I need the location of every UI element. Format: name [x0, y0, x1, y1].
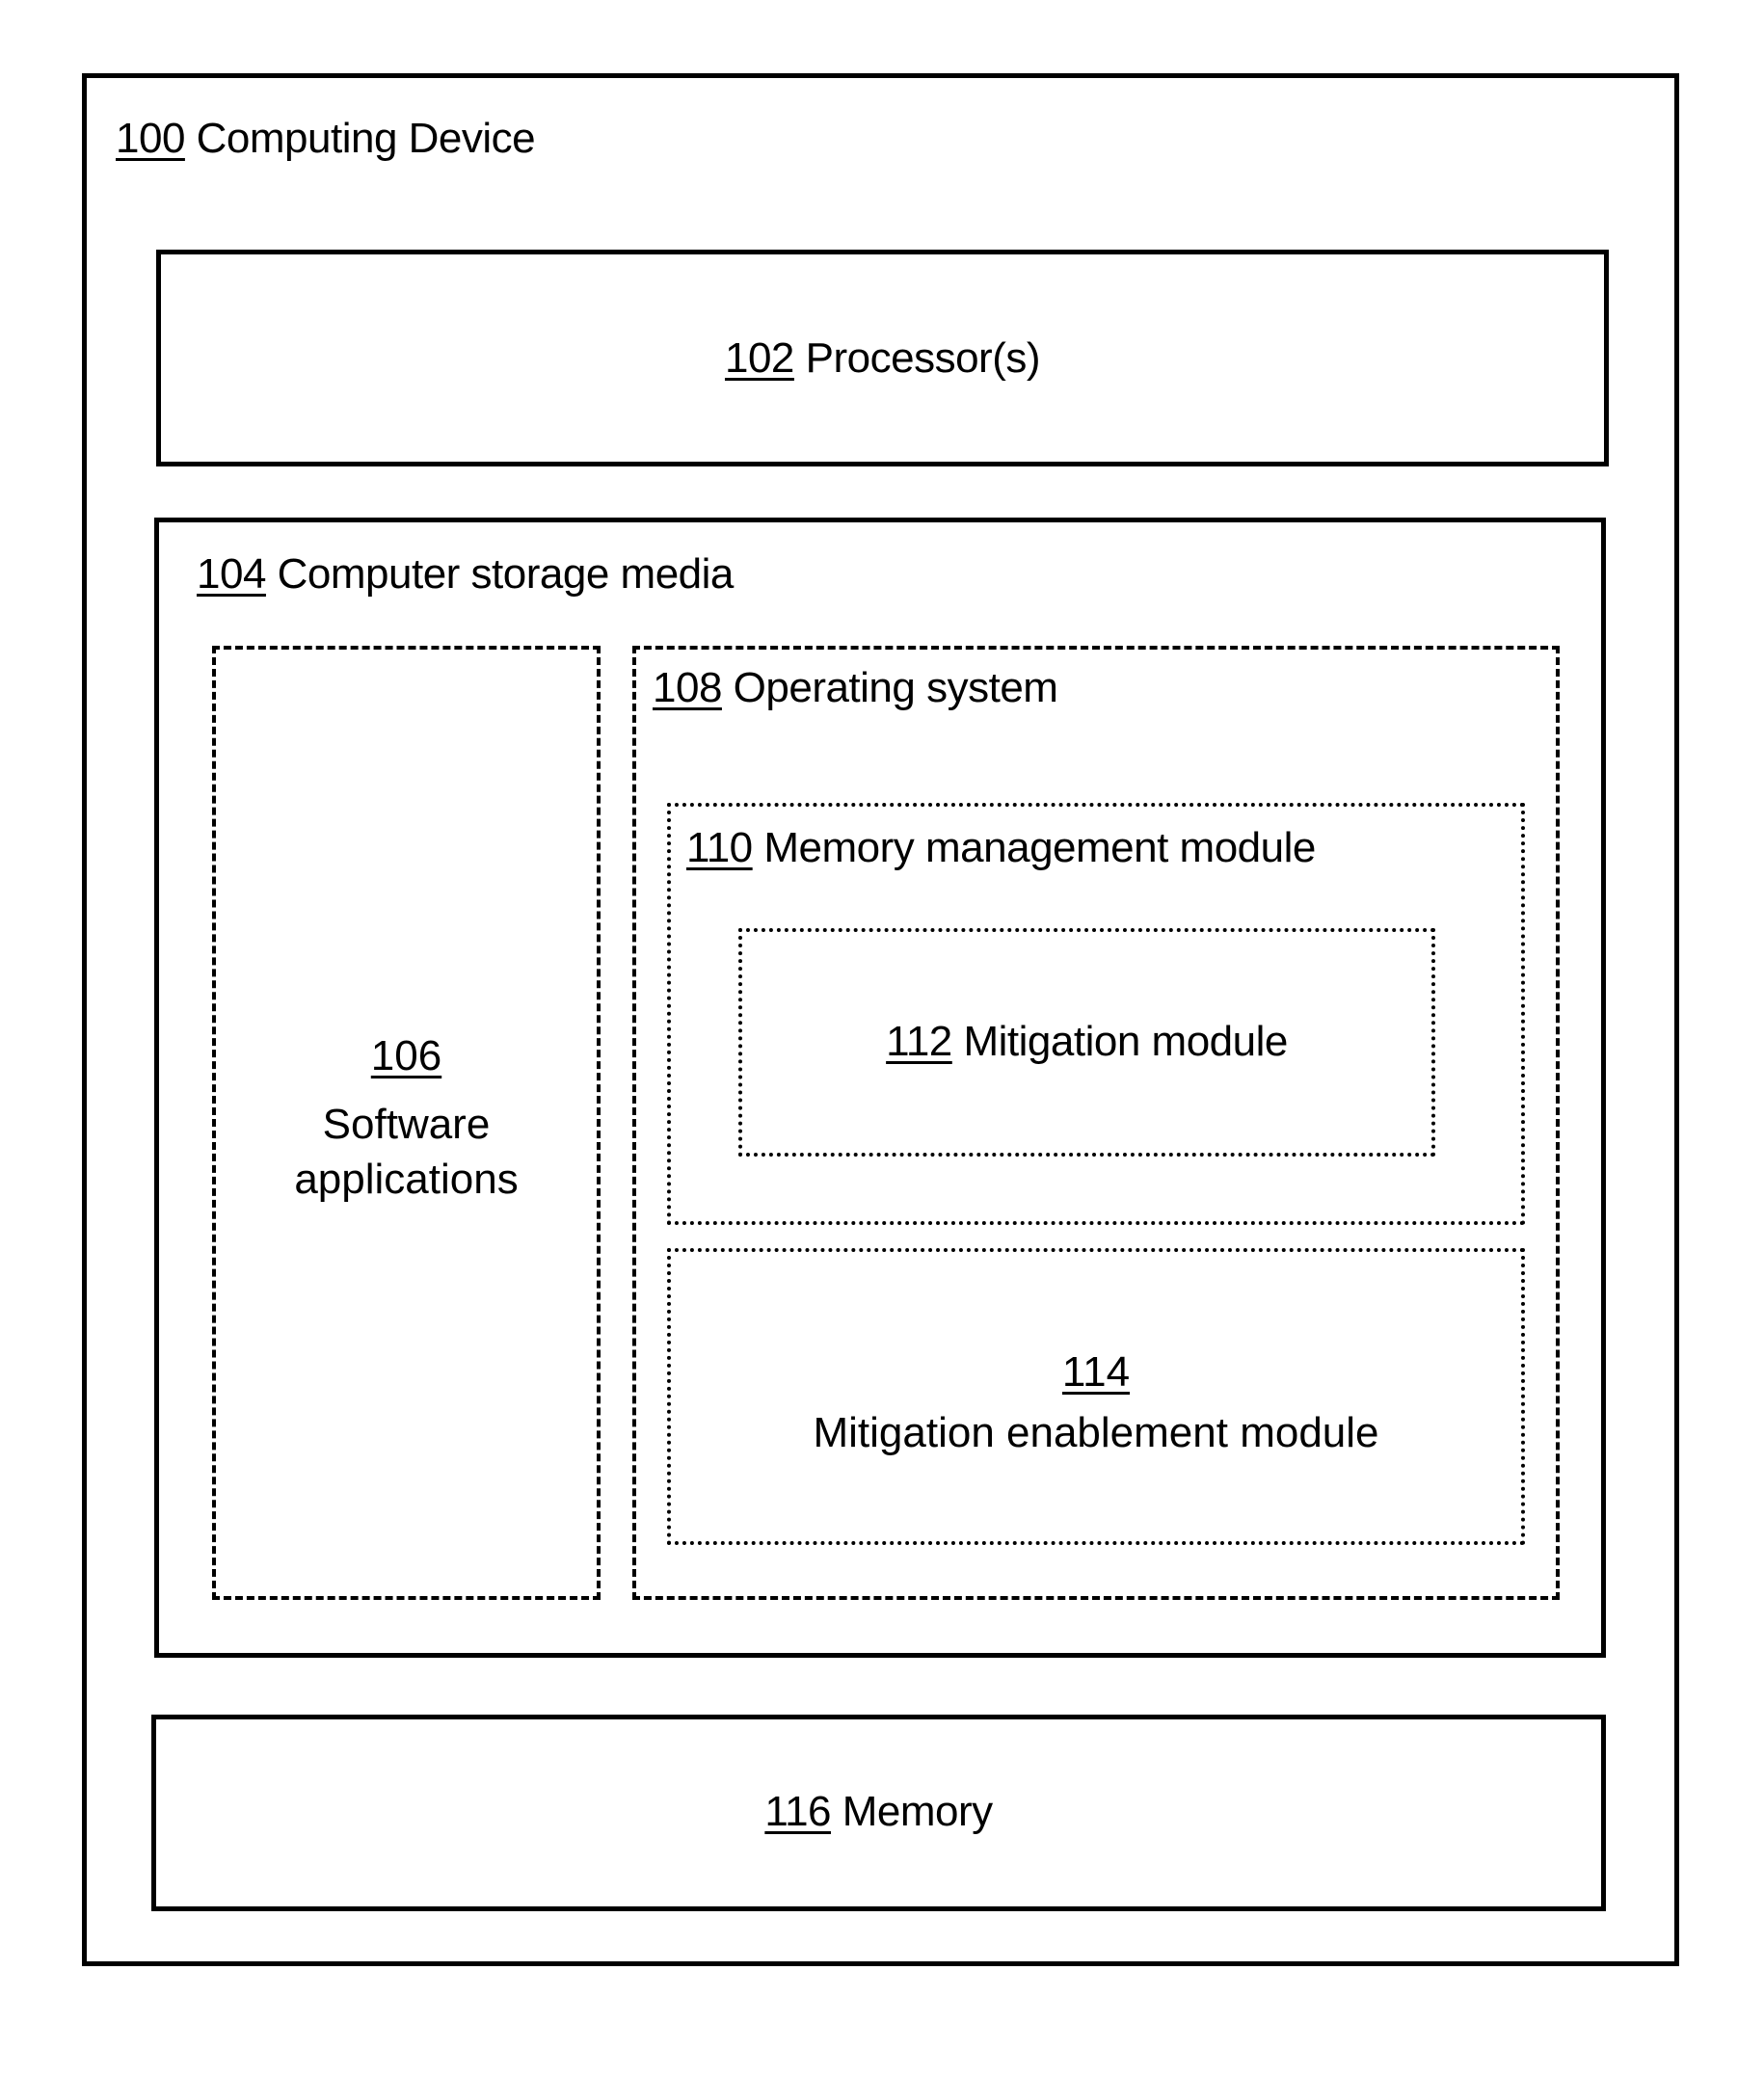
computing-device-label: 100 Computing Device	[116, 115, 536, 162]
processor-text: Processor(s)	[793, 334, 1041, 382]
software-applications-label: 106 Software applications	[216, 1028, 597, 1208]
mitigation-module-number: 112	[886, 1018, 952, 1065]
processor-box: 102 Processor(s)	[156, 250, 1609, 466]
storage-media-text: Computer storage media	[265, 550, 735, 598]
memory-management-module-text: Memory management module	[752, 824, 1316, 871]
storage-media-number: 104	[197, 550, 266, 598]
memory-management-module-label: 110 Memory management module	[686, 827, 1316, 869]
computing-device-number: 100	[116, 115, 185, 162]
software-applications-box: 106 Software applications	[212, 646, 601, 1600]
memory-box: 116 Memory	[151, 1715, 1606, 1911]
software-applications-text-line1: Software	[322, 1101, 491, 1149]
operating-system-label: 108 Operating system	[653, 664, 1058, 711]
memory-label: 116 Memory	[156, 1791, 1601, 1833]
mitigation-enablement-module-label: 114 Mitigation enablement module	[671, 1345, 1521, 1460]
mitigation-module-box: 112 Mitigation module	[738, 928, 1435, 1157]
mitigation-enablement-module-box: 114 Mitigation enablement module	[667, 1248, 1525, 1545]
software-applications-number: 106	[370, 1032, 442, 1079]
processor-label: 102 Processor(s)	[161, 337, 1604, 380]
software-applications-text-line2: applications	[294, 1156, 519, 1204]
mitigation-enablement-module-number: 114	[1061, 1348, 1131, 1396]
mitigation-module-label: 112 Mitigation module	[742, 1021, 1431, 1063]
storage-media-label: 104 Computer storage media	[197, 553, 734, 596]
computing-device-text: Computing Device	[184, 115, 536, 162]
processor-number: 102	[724, 334, 794, 382]
memory-text: Memory	[831, 1788, 993, 1835]
memory-number: 116	[764, 1788, 832, 1835]
operating-system-text: Operating system	[721, 664, 1058, 711]
mitigation-enablement-module-text: Mitigation enablement module	[813, 1409, 1379, 1457]
mitigation-module-text: Mitigation module	[951, 1018, 1289, 1065]
operating-system-number: 108	[653, 664, 722, 711]
memory-management-module-number: 110	[686, 824, 753, 871]
